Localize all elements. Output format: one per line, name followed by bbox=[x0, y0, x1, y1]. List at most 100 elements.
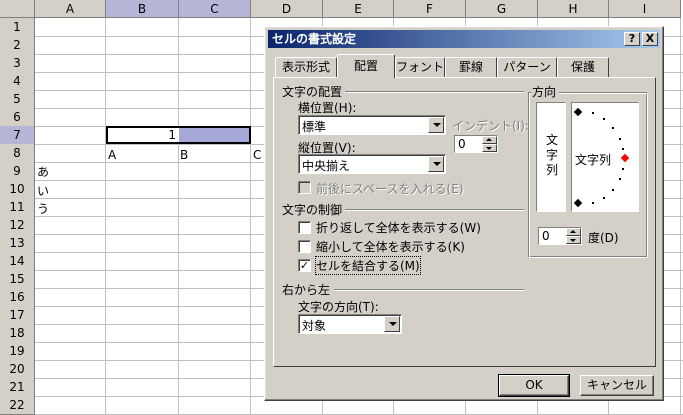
vertical-text-box[interactable]: 文字列 bbox=[536, 102, 566, 212]
merge-cells-label[interactable]: セルを結合する(M) bbox=[315, 256, 421, 275]
row-header-20[interactable]: 20 bbox=[0, 360, 35, 379]
help-button[interactable]: ? bbox=[624, 32, 640, 46]
text-direction-label: 文字の方向(T): bbox=[298, 300, 379, 314]
row-header-16[interactable]: 16 bbox=[0, 288, 35, 307]
row-header-2[interactable]: 2 bbox=[0, 36, 35, 55]
cell-d8-label-c[interactable]: C bbox=[253, 147, 261, 164]
tab-border[interactable]: 罫線 bbox=[445, 57, 497, 77]
chevron-down-icon[interactable] bbox=[428, 156, 444, 172]
distributed-label: 前後にスペースを入れる(E) bbox=[316, 182, 464, 196]
selection-highlight bbox=[179, 128, 249, 142]
vertical-text: 文字列 bbox=[545, 133, 558, 177]
dialog-titlebar[interactable]: セルの書式設定 ? X bbox=[268, 30, 660, 48]
row-header-14[interactable]: 14 bbox=[0, 252, 35, 271]
indent-spinner[interactable]: 0 bbox=[454, 135, 498, 153]
check-icon: ✓ bbox=[299, 259, 310, 272]
orientation-group-label: 方向 bbox=[532, 83, 560, 100]
row-header-10[interactable]: 10 bbox=[0, 180, 35, 199]
group-divider bbox=[334, 289, 524, 291]
indent-label: インデント(I): bbox=[452, 119, 529, 133]
group-divider bbox=[344, 209, 524, 211]
row-header-12[interactable]: 12 bbox=[0, 216, 35, 235]
column-header-g[interactable]: G bbox=[466, 0, 538, 18]
row-header-21[interactable]: 21 bbox=[0, 378, 35, 397]
orientation-dot bbox=[612, 189, 614, 191]
horizontal-label: 横位置(H): bbox=[298, 101, 357, 115]
spin-up-icon[interactable] bbox=[566, 228, 581, 236]
chevron-down-icon[interactable] bbox=[384, 316, 400, 332]
dialog-title: セルの書式設定 bbox=[272, 32, 357, 46]
column-header-i[interactable]: I bbox=[609, 0, 681, 18]
row-header-1[interactable]: 1 bbox=[0, 18, 35, 37]
orientation-dot bbox=[603, 197, 605, 199]
cell-a9[interactable]: あ bbox=[37, 164, 49, 181]
merged-cell-b7-c7[interactable]: 1 bbox=[106, 126, 251, 144]
spin-up-icon[interactable] bbox=[482, 136, 497, 144]
column-header-e[interactable]: E bbox=[323, 0, 394, 18]
row-header-19[interactable]: 19 bbox=[0, 342, 35, 361]
row-header-6[interactable]: 6 bbox=[0, 108, 35, 127]
shrink-to-fit-checkbox[interactable] bbox=[298, 240, 311, 253]
row-header-15[interactable]: 15 bbox=[0, 270, 35, 289]
text-alignment-group-label: 文字の配置 bbox=[282, 83, 346, 100]
distributed-checkbox[interactable] bbox=[298, 181, 311, 194]
spin-down-icon[interactable] bbox=[482, 144, 497, 152]
column-header-c[interactable]: C bbox=[179, 0, 251, 18]
spin-down-icon[interactable] bbox=[566, 236, 581, 244]
orientation-text: 文字列 bbox=[575, 153, 612, 167]
column-header-b[interactable]: B bbox=[106, 0, 179, 18]
column-header-d[interactable]: D bbox=[251, 0, 323, 18]
orientation-dot bbox=[619, 138, 621, 140]
orientation-dot bbox=[592, 112, 594, 114]
ok-button[interactable]: OK bbox=[498, 374, 570, 397]
indent-value: 0 bbox=[458, 137, 466, 151]
row-header-5[interactable]: 5 bbox=[0, 90, 35, 109]
row-header-3[interactable]: 3 bbox=[0, 54, 35, 73]
text-direction-value: 対象 bbox=[302, 319, 327, 333]
orientation-marker-top bbox=[573, 107, 583, 117]
row-header-17[interactable]: 17 bbox=[0, 306, 35, 325]
merged-cell-value: 1 bbox=[168, 128, 176, 142]
wrap-text-label[interactable]: 折り返して全体を表示する(W) bbox=[316, 219, 481, 236]
text-control-group-label: 文字の制御 bbox=[282, 201, 346, 218]
close-button[interactable]: X bbox=[642, 32, 658, 46]
group-divider bbox=[344, 91, 524, 93]
row-header-18[interactable]: 18 bbox=[0, 324, 35, 343]
horizontal-select[interactable]: 標準 bbox=[298, 115, 446, 135]
row-header-9[interactable]: 9 bbox=[0, 162, 35, 181]
tab-alignment[interactable]: 配置 bbox=[337, 54, 395, 78]
orientation-dial[interactable]: 文字列 bbox=[571, 102, 639, 212]
column-header-h[interactable]: H bbox=[538, 0, 609, 18]
alignment-tab-panel: 文字の配置 横位置(H): 標準 インデント(I): 0 縦位置(V): 中央揃… bbox=[273, 77, 656, 367]
orientation-dot bbox=[603, 118, 605, 120]
shrink-to-fit-label[interactable]: 縮小して全体を表示する(K) bbox=[316, 238, 465, 255]
tab-patterns[interactable]: パターン bbox=[497, 57, 557, 77]
text-direction-select[interactable]: 対象 bbox=[298, 314, 402, 334]
cell-a11[interactable]: う bbox=[37, 201, 49, 218]
tab-font[interactable]: フォント bbox=[395, 57, 445, 77]
row-header-22[interactable]: 22 bbox=[0, 396, 35, 415]
tab-protection[interactable]: 保護 bbox=[557, 57, 609, 77]
cell-c8-label-b[interactable]: B bbox=[180, 147, 188, 164]
orientation-marker-current[interactable] bbox=[620, 153, 630, 163]
row-header-7[interactable]: 7 bbox=[0, 126, 35, 145]
orientation-dot bbox=[622, 148, 624, 150]
row-header-4[interactable]: 4 bbox=[0, 72, 35, 91]
select-all-corner[interactable] bbox=[0, 0, 35, 18]
degrees-spinner[interactable]: 0 bbox=[538, 227, 582, 245]
merge-cells-checkbox[interactable]: ✓ bbox=[298, 259, 311, 272]
cell-a10[interactable]: い bbox=[37, 183, 49, 200]
vertical-select[interactable]: 中央揃え bbox=[298, 154, 446, 174]
row-header-11[interactable]: 11 bbox=[0, 198, 35, 217]
wrap-text-checkbox[interactable] bbox=[298, 221, 311, 234]
cell-b8-label-a[interactable]: A bbox=[108, 147, 116, 164]
tab-number[interactable]: 表示形式 bbox=[275, 57, 337, 77]
orientation-dot bbox=[592, 202, 594, 204]
row-header-13[interactable]: 13 bbox=[0, 234, 35, 253]
cancel-button[interactable]: キャンセル bbox=[580, 375, 654, 396]
right-to-left-group-label: 右から左 bbox=[282, 281, 334, 298]
column-header-a[interactable]: A bbox=[35, 0, 106, 18]
column-header-f[interactable]: F bbox=[394, 0, 466, 18]
row-header-8[interactable]: 8 bbox=[0, 144, 35, 163]
chevron-down-icon[interactable] bbox=[428, 117, 444, 133]
